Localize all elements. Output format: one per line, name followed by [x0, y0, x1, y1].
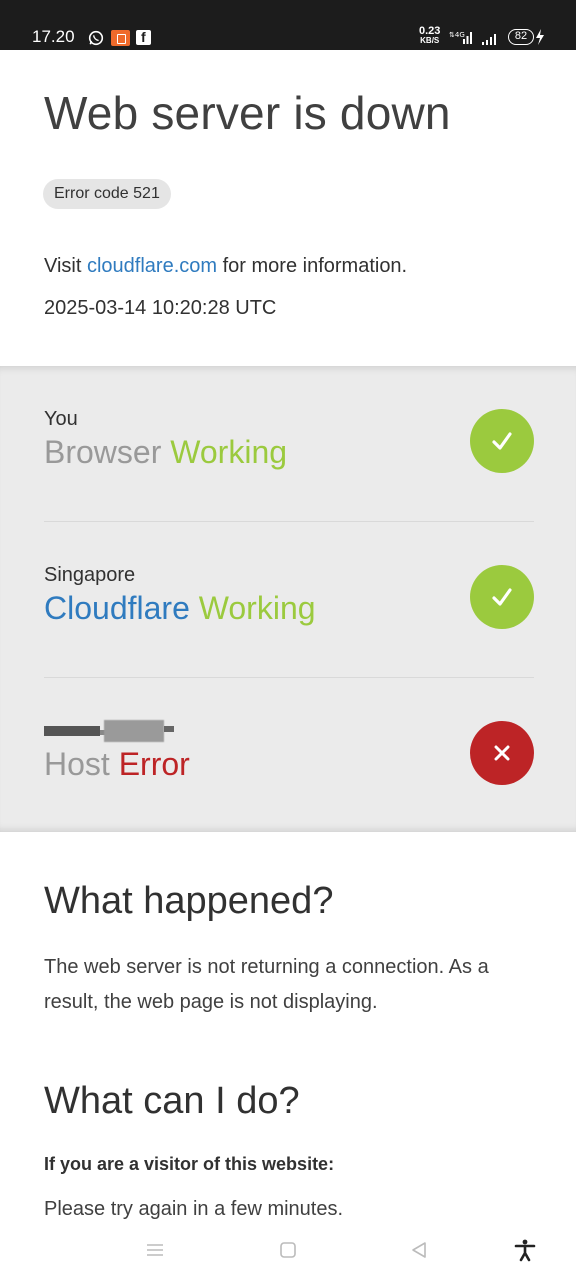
error-code-badge: Error code 521	[43, 179, 171, 209]
whatsapp-icon	[88, 30, 104, 46]
redacted-location	[104, 720, 164, 742]
svg-text:⇅4G: ⇅4G	[449, 31, 465, 39]
what-can-i-do-heading: What can I do?	[44, 1080, 300, 1122]
home-icon[interactable]	[276, 1238, 300, 1262]
status-row-host: Host Error	[44, 678, 534, 834]
cross-icon	[470, 721, 534, 785]
info-line: Visit cloudflare.com for more informatio…	[44, 255, 408, 277]
redacted-location	[164, 726, 174, 732]
redacted-location	[44, 726, 100, 736]
what-happened-heading: What happened?	[44, 880, 334, 922]
row-label: Cloudflare	[44, 590, 190, 626]
charging-icon	[535, 29, 545, 45]
status-row-cloudflare: Singapore Cloudflare Working	[44, 522, 534, 678]
row-status-line: Browser Working	[44, 434, 287, 471]
signal-icon	[481, 32, 499, 45]
status-bar: 17.20 0.23 KB/S ⇅4G 82	[0, 0, 576, 50]
status-panel: You Browser Working Singapore Cloudflare…	[0, 366, 576, 832]
check-icon	[470, 565, 534, 629]
back-icon[interactable]	[407, 1238, 431, 1262]
network-speed: 0.23 KB/S	[419, 25, 441, 46]
check-icon	[470, 409, 534, 473]
explanation-section: What happened? The web server is not ret…	[0, 832, 576, 1220]
row-location: You	[44, 408, 78, 430]
row-label: Host	[44, 746, 110, 782]
row-status-line: Cloudflare Working	[44, 590, 316, 627]
status-time: 17.20	[32, 27, 75, 46]
row-status-line: Host Error	[44, 746, 190, 783]
error-header: Web server is down Error code 521 Visit …	[0, 50, 576, 366]
signal-4g-icon: ⇅4G	[449, 30, 473, 45]
visitor-heading: If you are a visitor of this website:	[44, 1154, 335, 1174]
timestamp: 2025-03-14 10:20:28 UTC	[44, 297, 277, 319]
accessibility-icon[interactable]	[513, 1238, 537, 1262]
row-state: Error	[118, 746, 190, 782]
row-label: Browser	[44, 434, 162, 470]
status-row-browser: You Browser Working	[44, 366, 534, 522]
visitor-text: Please try again in a few minutes.	[44, 1198, 344, 1220]
what-happened-text: The web server is not returning a connec…	[44, 956, 489, 1013]
navigation-bar	[0, 1220, 576, 1280]
row-state: Working	[198, 590, 316, 626]
cloudflare-link[interactable]: cloudflare.com	[87, 255, 217, 277]
row-state: Working	[170, 434, 288, 470]
menu-icon[interactable]	[143, 1238, 167, 1262]
facebook-icon	[136, 29, 151, 45]
page-title: Web server is down	[44, 87, 451, 139]
app-notification-icon	[111, 30, 130, 46]
row-location: Singapore	[44, 564, 136, 586]
battery-indicator: 82	[508, 29, 534, 45]
